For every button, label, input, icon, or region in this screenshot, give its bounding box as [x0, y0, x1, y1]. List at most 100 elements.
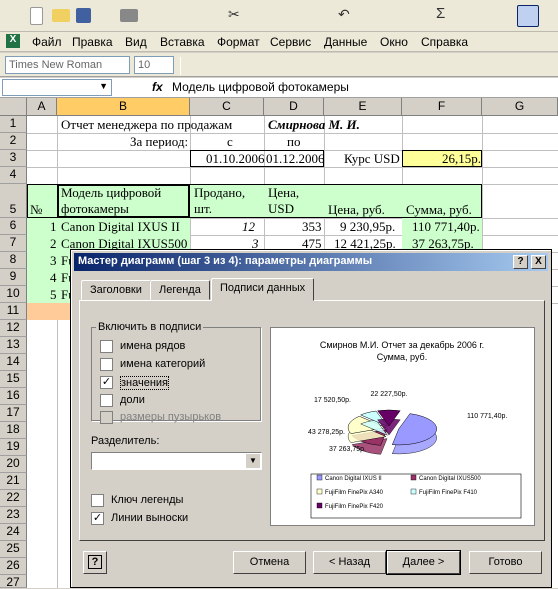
column-header-a[interactable]: A — [27, 98, 57, 116]
cell-b6[interactable]: Canon Digital IXUS II — [59, 219, 182, 235]
row-header[interactable]: 10 — [0, 286, 27, 303]
cell-e3[interactable]: Курс USD — [342, 151, 402, 167]
menu-format[interactable]: Формат — [217, 35, 260, 49]
checkbox-series-names[interactable] — [100, 340, 113, 353]
row-header[interactable]: 21 — [0, 473, 27, 490]
undo-icon[interactable]: ↶ — [338, 6, 356, 24]
menu-window[interactable]: Окно — [380, 35, 408, 49]
checkbox-legend-key[interactable] — [91, 494, 104, 507]
open-icon[interactable] — [52, 9, 70, 22]
menu-insert[interactable]: Вставка — [160, 35, 205, 49]
row-header[interactable]: 12 — [0, 320, 27, 337]
finish-button[interactable]: Готово — [469, 551, 542, 574]
cell-c5-line2[interactable]: шт. — [192, 201, 214, 217]
formula-input[interactable]: Модель цифровой фотокамеры — [172, 80, 349, 94]
cell-d5-line1[interactable]: Цена, — [266, 185, 301, 201]
cell-d6[interactable]: 353 — [300, 219, 324, 235]
tab-data-labels[interactable]: Подписи данных — [211, 278, 315, 301]
row-header[interactable]: 19 — [0, 439, 27, 456]
row-header[interactable]: 11 — [0, 303, 27, 320]
font-size-combo[interactable]: 10 — [134, 56, 174, 74]
cell-c2[interactable]: с — [225, 134, 235, 150]
column-header-f[interactable]: F — [402, 98, 482, 116]
sum-icon[interactable]: Σ — [436, 5, 454, 23]
column-header-d[interactable]: D — [264, 98, 324, 116]
row-header[interactable]: 9 — [0, 269, 27, 286]
next-button[interactable]: Далее > — [386, 550, 461, 575]
cell-b2[interactable]: За период: — [128, 134, 190, 150]
checkbox-values[interactable]: ✓ — [100, 376, 113, 389]
row-header[interactable]: 17 — [0, 405, 27, 422]
cell-a5[interactable]: № — [28, 202, 44, 218]
row-header[interactable]: 23 — [0, 507, 27, 524]
label-legend-key[interactable]: Ключ легенды — [111, 494, 183, 506]
row-header[interactable]: 4 — [0, 167, 27, 184]
label-values[interactable]: значения — [120, 376, 170, 390]
name-box[interactable]: ▼ — [2, 79, 112, 96]
cell-c5-line1[interactable]: Продано, — [192, 185, 247, 201]
chart-wizard-icon[interactable] — [517, 5, 539, 27]
cell-d5-line2[interactable]: USD — [266, 201, 296, 217]
row-header[interactable]: 20 — [0, 456, 27, 473]
row-header[interactable]: 26 — [0, 558, 27, 575]
close-button[interactable]: X — [531, 255, 546, 269]
menu-help[interactable]: Справка — [421, 35, 468, 49]
cell-d3[interactable]: 01.12.2006 — [264, 151, 327, 167]
row-header[interactable]: 8 — [0, 252, 27, 269]
cell-b1[interactable]: Отчет менеджера по продажам — [59, 117, 234, 133]
cell-f6[interactable]: 110 771,40р. — [410, 219, 482, 235]
row-header[interactable]: 16 — [0, 388, 27, 405]
chevron-down-icon[interactable]: ▼ — [246, 454, 260, 468]
row-header[interactable]: 13 — [0, 337, 27, 354]
cut-icon[interactable]: ✂ — [228, 6, 246, 24]
row-header[interactable]: 2 — [0, 133, 27, 150]
row-header[interactable]: 15 — [0, 371, 27, 388]
cell-e5[interactable]: Цена, руб. — [326, 202, 387, 218]
cell-d1[interactable]: Смирнова М. И. — [266, 117, 362, 133]
cell-a8[interactable]: 3 — [48, 253, 59, 269]
menu-view[interactable]: Вид — [125, 35, 147, 49]
label-leader-lines[interactable]: Линии выноски — [111, 512, 188, 524]
row-header[interactable]: 1 — [0, 116, 27, 133]
cell-c3[interactable]: 01.10.2006 — [204, 151, 267, 167]
row-header[interactable]: 18 — [0, 422, 27, 439]
help-button[interactable]: ? — [83, 551, 107, 574]
column-header-c[interactable]: C — [190, 98, 264, 116]
cell-f3[interactable]: 26,15р. — [440, 151, 483, 167]
column-header-g[interactable]: G — [482, 98, 558, 116]
row-header[interactable]: 3 — [0, 150, 27, 167]
column-header-b[interactable]: B — [57, 98, 190, 116]
checkbox-category-names[interactable] — [100, 358, 113, 371]
new-icon[interactable] — [30, 7, 43, 25]
row-header[interactable]: 25 — [0, 541, 27, 558]
font-name-combo[interactable]: Times New Roman — [5, 56, 130, 74]
cell-c6[interactable]: 12 — [240, 219, 257, 235]
column-header-e[interactable]: E — [324, 98, 402, 116]
cell-b5-line1[interactable]: Модель цифровой — [59, 185, 163, 201]
print-icon[interactable] — [120, 9, 138, 22]
cell-f5[interactable]: Сумма, руб. — [404, 202, 474, 218]
back-button[interactable]: < Назад — [313, 551, 386, 574]
cell-b5-line2[interactable]: фотокамеры — [59, 201, 131, 217]
row-header[interactable]: 6 — [0, 218, 27, 235]
label-percentages[interactable]: доли — [120, 394, 145, 406]
cell-a6[interactable]: 1 — [48, 219, 59, 235]
label-category-names[interactable]: имена категорий — [120, 358, 205, 370]
cell-a10[interactable]: 5 — [48, 287, 59, 303]
cell-d2[interactable]: по — [285, 134, 302, 150]
fx-icon[interactable]: fx — [152, 80, 163, 94]
label-series-names[interactable]: имена рядов — [120, 340, 185, 352]
menu-file[interactable]: Файл — [32, 35, 62, 49]
chevron-down-icon[interactable]: ▼ — [99, 81, 108, 91]
separator-select[interactable]: ▼ — [91, 452, 262, 470]
menu-tools[interactable]: Сервис — [270, 35, 311, 49]
checkbox-leader-lines[interactable]: ✓ — [91, 512, 104, 525]
row-header[interactable]: 22 — [0, 490, 27, 507]
save-icon[interactable] — [76, 8, 91, 23]
cancel-button[interactable]: Отмена — [233, 551, 306, 574]
menu-data[interactable]: Данные — [324, 35, 367, 49]
help-title-button[interactable]: ? — [513, 255, 528, 269]
row-header[interactable]: 27 — [0, 575, 27, 589]
cell-a7[interactable]: 2 — [48, 236, 59, 252]
cell-e6[interactable]: 9 230,95р. — [338, 219, 397, 235]
